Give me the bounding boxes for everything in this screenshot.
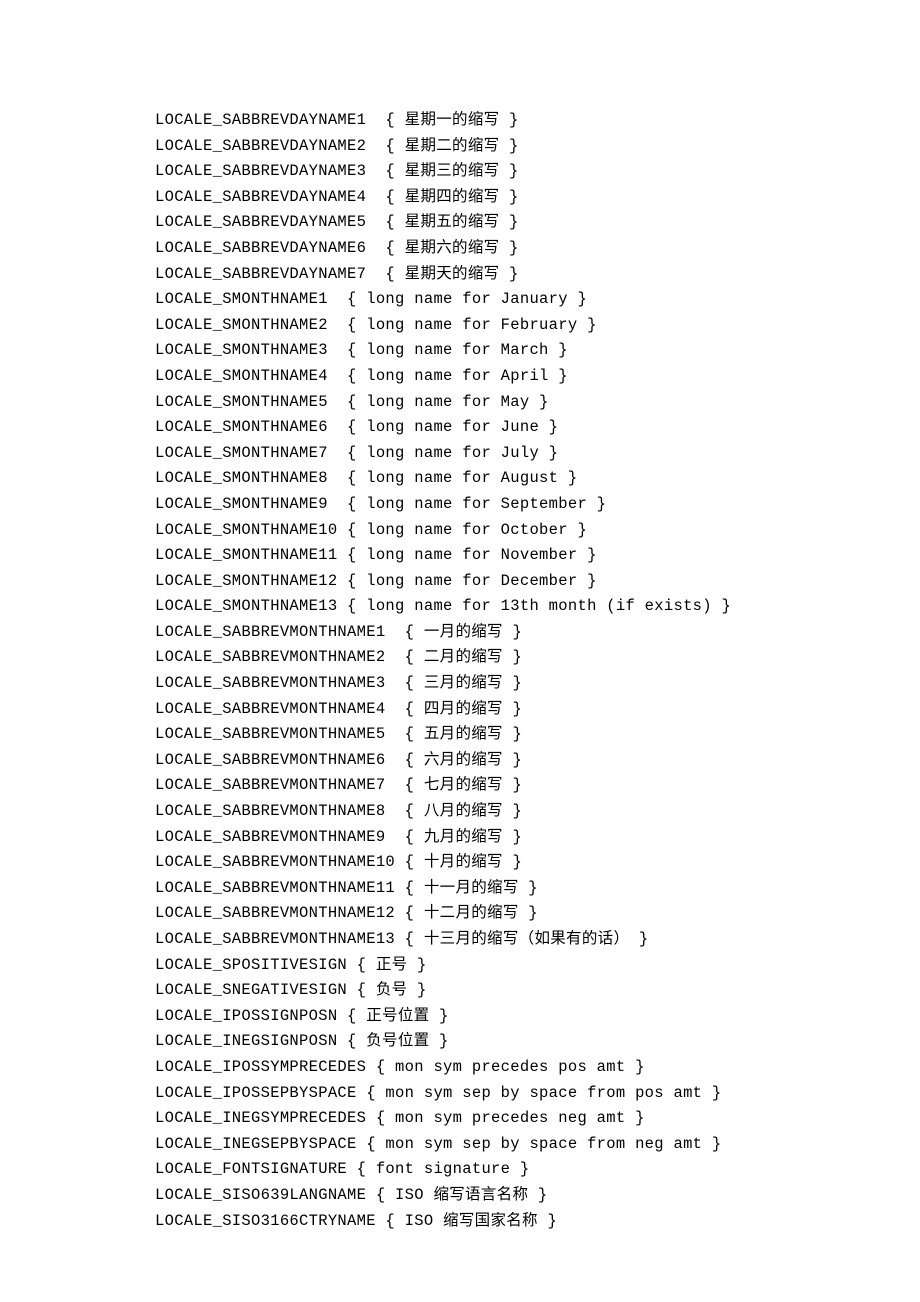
- code-line: LOCALE_SISO639LANGNAME { ISO 缩写语言名称 }: [155, 1183, 920, 1209]
- code-line: LOCALE_SMONTHNAME9 { long name for Septe…: [155, 492, 920, 518]
- code-line: LOCALE_SABBREVMONTHNAME4 { 四月的缩写 }: [155, 697, 920, 723]
- code-line: LOCALE_SABBREVMONTHNAME9 { 九月的缩写 }: [155, 825, 920, 851]
- code-line: LOCALE_SABBREVDAYNAME2 { 星期二的缩写 }: [155, 134, 920, 160]
- code-line: LOCALE_SABBREVMONTHNAME10 { 十月的缩写 }: [155, 850, 920, 876]
- code-line: LOCALE_SABBREVDAYNAME4 { 星期四的缩写 }: [155, 185, 920, 211]
- code-line: LOCALE_INEGSYMPRECEDES { mon sym precede…: [155, 1106, 920, 1132]
- code-line: LOCALE_SABBREVMONTHNAME6 { 六月的缩写 }: [155, 748, 920, 774]
- code-line: LOCALE_SMONTHNAME2 { long name for Febru…: [155, 313, 920, 339]
- code-line: LOCALE_SMONTHNAME5 { long name for May }: [155, 390, 920, 416]
- code-line: LOCALE_SMONTHNAME3 { long name for March…: [155, 338, 920, 364]
- code-line: LOCALE_SMONTHNAME10 { long name for Octo…: [155, 518, 920, 544]
- code-line: LOCALE_SABBREVMONTHNAME5 { 五月的缩写 }: [155, 722, 920, 748]
- code-line: LOCALE_SABBREVMONTHNAME8 { 八月的缩写 }: [155, 799, 920, 825]
- code-line: LOCALE_SABBREVMONTHNAME12 { 十二月的缩写 }: [155, 901, 920, 927]
- code-line: LOCALE_SMONTHNAME4 { long name for April…: [155, 364, 920, 390]
- code-line: LOCALE_SMONTHNAME1 { long name for Janua…: [155, 287, 920, 313]
- code-line: LOCALE_FONTSIGNATURE { font signature }: [155, 1157, 920, 1183]
- code-line: LOCALE_SABBREVMONTHNAME11 { 十一月的缩写 }: [155, 876, 920, 902]
- code-line: LOCALE_SABBREVMONTHNAME7 { 七月的缩写 }: [155, 773, 920, 799]
- code-line: LOCALE_SABBREVDAYNAME3 { 星期三的缩写 }: [155, 159, 920, 185]
- document-content: LOCALE_SABBREVDAYNAME1 { 星期一的缩写 } LOCALE…: [0, 0, 920, 1234]
- code-line: LOCALE_SABBREVMONTHNAME3 { 三月的缩写 }: [155, 671, 920, 697]
- code-line: LOCALE_SPOSITIVESIGN { 正号 }: [155, 953, 920, 979]
- code-line: LOCALE_SMONTHNAME8 { long name for Augus…: [155, 466, 920, 492]
- code-line: LOCALE_SABBREVMONTHNAME13 { 十三月的缩写（如果有的话…: [155, 927, 920, 953]
- code-line: LOCALE_SABBREVDAYNAME1 { 星期一的缩写 }: [155, 108, 920, 134]
- code-line: LOCALE_SMONTHNAME12 { long name for Dece…: [155, 569, 920, 595]
- code-line: LOCALE_SMONTHNAME11 { long name for Nove…: [155, 543, 920, 569]
- code-line: LOCALE_SABBREVDAYNAME5 { 星期五的缩写 }: [155, 210, 920, 236]
- code-line: LOCALE_SABBREVDAYNAME7 { 星期天的缩写 }: [155, 262, 920, 288]
- code-line: LOCALE_SABBREVMONTHNAME2 { 二月的缩写 }: [155, 645, 920, 671]
- code-line: LOCALE_IPOSSYMPRECEDES { mon sym precede…: [155, 1055, 920, 1081]
- code-line: LOCALE_SNEGATIVESIGN { 负号 }: [155, 978, 920, 1004]
- code-line: LOCALE_INEGSIGNPOSN { 负号位置 }: [155, 1029, 920, 1055]
- code-line: LOCALE_SISO3166CTRYNAME { ISO 缩写国家名称 }: [155, 1209, 920, 1235]
- code-line: LOCALE_SMONTHNAME13 { long name for 13th…: [155, 594, 920, 620]
- code-line: LOCALE_SABBREVMONTHNAME1 { 一月的缩写 }: [155, 620, 920, 646]
- code-line: LOCALE_SMONTHNAME6 { long name for June …: [155, 415, 920, 441]
- code-line: LOCALE_SMONTHNAME7 { long name for July …: [155, 441, 920, 467]
- code-line: LOCALE_IPOSSEPBYSPACE { mon sym sep by s…: [155, 1081, 920, 1107]
- code-line: LOCALE_IPOSSIGNPOSN { 正号位置 }: [155, 1004, 920, 1030]
- code-line: LOCALE_INEGSEPBYSPACE { mon sym sep by s…: [155, 1132, 920, 1158]
- code-line: LOCALE_SABBREVDAYNAME6 { 星期六的缩写 }: [155, 236, 920, 262]
